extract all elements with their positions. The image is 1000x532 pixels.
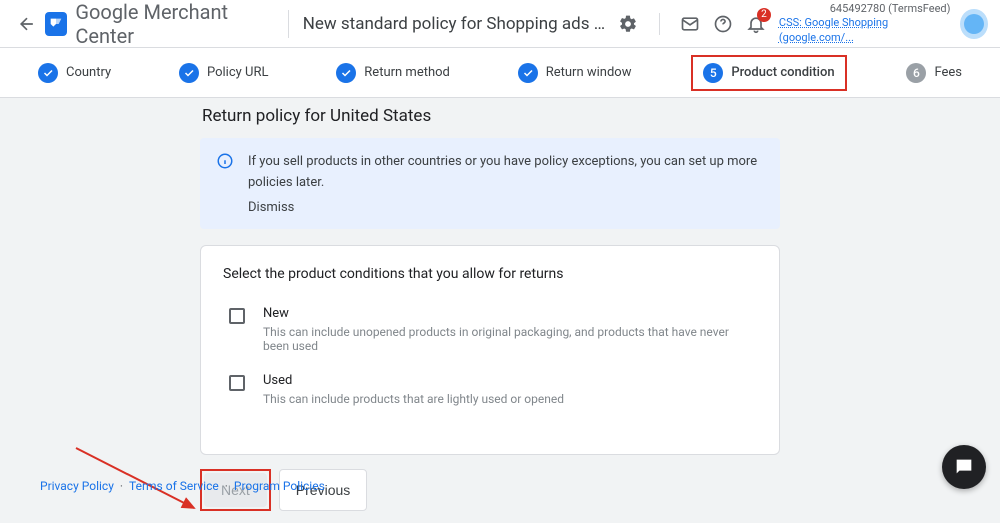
brand-text: Google Merchant Center <box>75 0 273 48</box>
option-label: New <box>263 306 757 321</box>
mail-icon[interactable] <box>674 6 707 42</box>
stepper: Country Policy URL Return method Return … <box>0 48 1000 98</box>
option-desc: This can include unopened products in or… <box>263 325 757 353</box>
help-icon[interactable] <box>707 6 740 42</box>
page-title: New standard policy for Shopping ads and… <box>303 14 612 34</box>
step-return-method[interactable]: Return method <box>328 59 458 87</box>
option-new: New This can include unopened products i… <box>229 306 757 353</box>
info-icon <box>216 152 234 170</box>
step-label: Policy URL <box>207 65 268 80</box>
step-policy-url[interactable]: Policy URL <box>171 59 276 87</box>
merchant-center-logo <box>45 12 67 36</box>
terms-link[interactable]: Terms of Service <box>129 479 219 493</box>
css-link[interactable]: CSS: Google Shopping (google.com/... <box>779 16 951 45</box>
check-icon <box>179 63 199 83</box>
step-return-window[interactable]: Return window <box>510 59 640 87</box>
privacy-policy-link[interactable]: Privacy Policy <box>40 479 114 493</box>
app-header: Google Merchant Center New standard poli… <box>0 0 1000 48</box>
step-label: Return window <box>546 65 632 80</box>
header-divider <box>659 13 660 35</box>
step-country[interactable]: Country <box>30 59 119 87</box>
chat-fab[interactable] <box>942 445 986 489</box>
avatar[interactable] <box>960 9 988 39</box>
card-title: Select the product conditions that you a… <box>223 266 757 282</box>
step-label: Country <box>66 65 111 80</box>
dismiss-link[interactable]: Dismiss <box>248 200 764 215</box>
checkbox-used[interactable] <box>229 375 245 391</box>
info-text: If you sell products in other countries … <box>248 152 764 194</box>
settings-icon[interactable] <box>612 6 645 42</box>
step-label: Fees <box>934 65 962 80</box>
check-icon <box>336 63 356 83</box>
option-desc: This can include products that are light… <box>263 392 564 406</box>
check-icon <box>38 63 58 83</box>
check-icon <box>518 63 538 83</box>
checkbox-new[interactable] <box>229 308 245 324</box>
step-label: Return method <box>364 65 450 80</box>
step-fees[interactable]: 6 Fees <box>898 59 970 87</box>
section-title: Return policy for United States <box>202 106 780 126</box>
header-divider <box>288 10 289 38</box>
step-number: 6 <box>906 63 926 83</box>
option-label: Used <box>263 373 564 388</box>
notifications-icon[interactable]: 2 <box>740 6 773 42</box>
program-policies-link[interactable]: Program Policies <box>234 479 325 493</box>
account-id: 645492780 (TermsFeed) <box>830 2 951 16</box>
conditions-card: Select the product conditions that you a… <box>200 245 780 455</box>
step-number: 5 <box>703 63 723 83</box>
step-product-condition[interactable]: 5 Product condition <box>691 55 846 91</box>
content-area: Return policy for United States If you s… <box>0 98 1000 523</box>
account-info: 645492780 (TermsFeed) CSS: Google Shoppi… <box>779 2 951 45</box>
info-banner: If you sell products in other countries … <box>200 138 780 229</box>
back-button[interactable] <box>12 8 41 40</box>
notification-badge: 2 <box>757 8 771 22</box>
option-used: Used This can include products that are … <box>229 373 757 406</box>
footer-links: Privacy Policy · Terms of Service · Prog… <box>40 479 325 493</box>
step-label: Product condition <box>731 65 834 80</box>
